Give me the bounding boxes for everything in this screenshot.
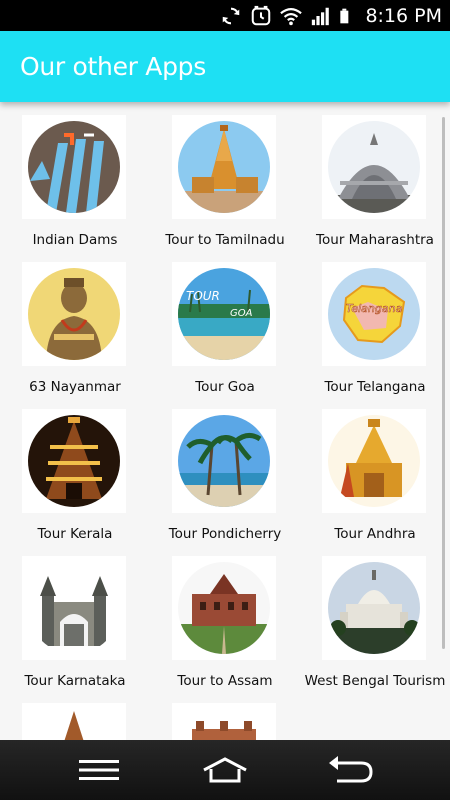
memorial-icon — [328, 562, 420, 654]
app-label: Tour Telangana — [324, 379, 426, 395]
app-label: Tour Pondicherry — [168, 526, 282, 542]
app-label: Tour Goa — [195, 379, 255, 395]
app-label: Tour to Assam — [177, 673, 273, 689]
sync-icon — [223, 7, 240, 25]
temple-icon — [28, 709, 120, 740]
app-thumbnail: TOUR GOA — [172, 262, 276, 366]
navigation-bar — [0, 740, 450, 800]
app-thumbnail — [22, 262, 126, 366]
app-label: Tour Kerala — [37, 526, 113, 542]
temple-icon — [178, 121, 270, 213]
app-bar: Our other Apps — [0, 31, 450, 102]
app-label: West Bengal Tourism — [304, 673, 446, 689]
app-thumbnail — [172, 115, 276, 219]
app-tile-tour-maharashtra[interactable]: Tour Maharashtra — [300, 102, 450, 249]
page-title: Our other Apps — [20, 52, 206, 81]
menu-icon — [79, 760, 119, 780]
app-label: Tour Andhra — [334, 526, 416, 542]
app-thumbnail: Telangana — [322, 262, 426, 366]
app-thumbnail — [22, 409, 126, 513]
app-tile-tour-pondicherry[interactable]: Tour Pondicherry — [150, 396, 300, 543]
app-label: Tour Karnataka — [24, 673, 126, 689]
app-thumbnail — [322, 409, 426, 513]
apps-grid: Indian Dams Tour to Tamilnadu Tour Mahar… — [0, 102, 450, 740]
assam-palace-icon — [178, 562, 270, 654]
back-button[interactable] — [326, 752, 376, 788]
app-thumbnail — [322, 115, 426, 219]
app-tile-tour-kerala[interactable]: Tour Kerala — [0, 396, 150, 543]
signal-icon — [312, 7, 330, 26]
status-time: 8:16 PM — [365, 5, 442, 27]
palm-beach-icon — [178, 415, 270, 507]
menu-button[interactable] — [74, 752, 124, 788]
app-thumbnail — [172, 556, 276, 660]
status-icons: 8:16 PM — [219, 4, 442, 28]
app-tile-tour-telangana[interactable]: Telangana Tour Telangana — [300, 249, 450, 396]
svg-text:Telangana: Telangana — [346, 302, 403, 315]
alarm-icon — [252, 5, 271, 26]
temple-tower-icon — [28, 415, 120, 507]
golden-temple-icon — [328, 415, 420, 507]
app-thumbnail — [22, 703, 126, 740]
beach-icon: TOUR GOA — [178, 268, 270, 360]
app-tile[interactable] — [0, 690, 150, 740]
app-tile-tour-to-tamilnadu[interactable]: Tour to Tamilnadu — [150, 102, 300, 249]
app-thumbnail — [22, 556, 126, 660]
app-tile-tour-karnataka[interactable]: Tour Karnataka — [0, 543, 150, 690]
back-icon — [329, 756, 373, 783]
app-label: Indian Dams — [32, 232, 118, 248]
app-thumbnail — [322, 556, 426, 660]
saint-icon — [28, 268, 120, 360]
home-button[interactable] — [200, 752, 250, 788]
app-label: Tour to Tamilnadu — [165, 232, 285, 248]
app-thumbnail — [172, 703, 276, 740]
app-tile-tour-to-assam[interactable]: Tour to Assam — [150, 543, 300, 690]
status-bar: 8:16 PM — [0, 0, 450, 31]
battery-icon — [340, 8, 349, 24]
svg-text:TOUR: TOUR — [186, 289, 220, 303]
app-tile-tour-andhra[interactable]: Tour Andhra — [300, 396, 450, 543]
scrollbar[interactable] — [442, 117, 445, 649]
app-tile-63-nayanmar[interactable]: 63 Nayanmar — [0, 249, 150, 396]
app-label: Tour Maharashtra — [316, 232, 434, 248]
app-tile-tour-goa[interactable]: TOUR GOA Tour Goa — [150, 249, 300, 396]
dam-icon — [28, 121, 120, 213]
app-label: 63 Nayanmar — [29, 379, 121, 395]
app-thumbnail — [172, 409, 276, 513]
home-icon — [203, 757, 247, 783]
stupa-icon — [328, 121, 420, 213]
wifi-icon — [280, 8, 303, 26]
app-tile-west-bengal-tourism[interactable]: West Bengal Tourism — [300, 543, 450, 690]
svg-text:GOA: GOA — [230, 308, 253, 319]
app-tile-indian-dams[interactable]: Indian Dams — [0, 102, 150, 249]
app-tile[interactable] — [150, 690, 300, 740]
fort-icon — [178, 709, 270, 740]
app-thumbnail — [22, 115, 126, 219]
palace-gate-icon — [28, 562, 120, 654]
map-icon: Telangana — [328, 268, 420, 360]
